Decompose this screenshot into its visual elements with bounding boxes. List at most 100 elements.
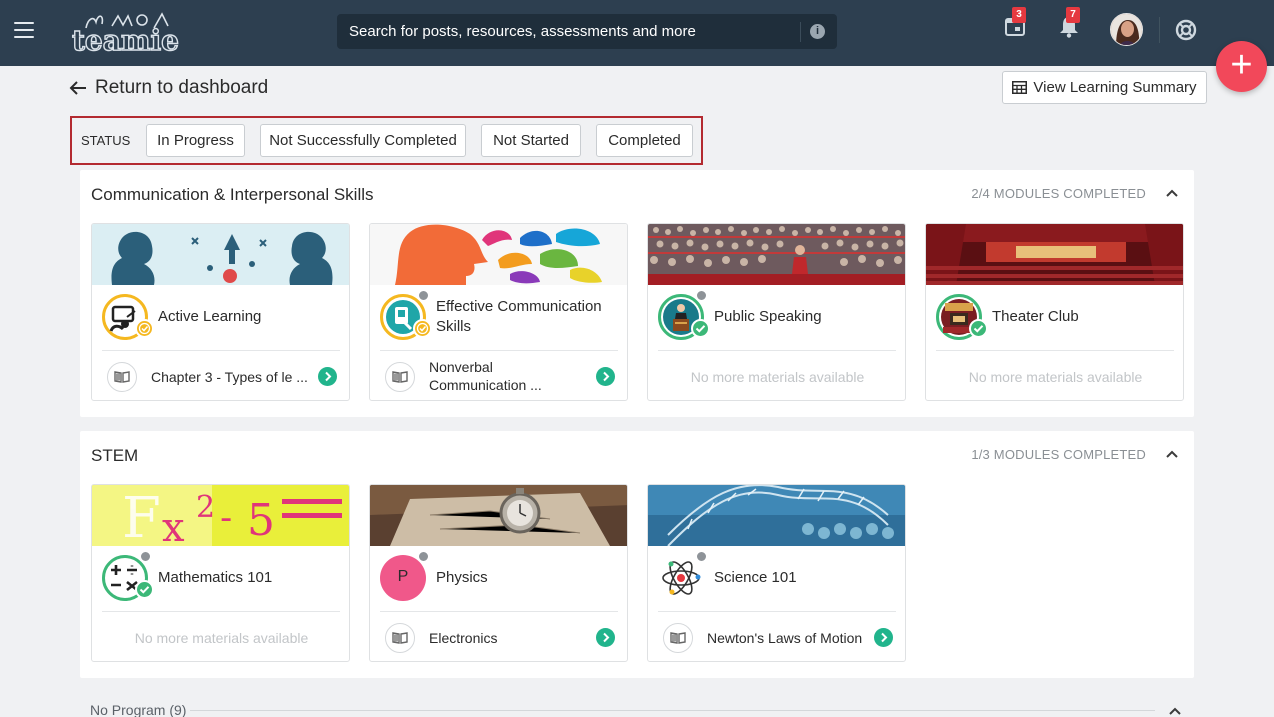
no-materials-text: No more materials available bbox=[690, 369, 865, 385]
svg-text:5: 5 bbox=[247, 495, 275, 546]
course-card[interactable]: Effective Communication Skills Nonverbal… bbox=[369, 223, 628, 401]
course-name: Theater Club bbox=[992, 308, 1079, 325]
course-card[interactable]: F x 2 - 5 Mathematics 101 No more materi… bbox=[91, 484, 350, 662]
course-image bbox=[92, 224, 349, 285]
view-learning-summary-button[interactable]: View Learning Summary bbox=[1002, 71, 1207, 104]
svg-text:x: x bbox=[162, 505, 185, 546]
status-label: STATUS bbox=[81, 133, 131, 148]
course-icon: P bbox=[380, 555, 426, 601]
chevron-up-icon[interactable] bbox=[1169, 705, 1181, 717]
course-card[interactable]: Active Learning Chapter 3 - Types of le … bbox=[91, 223, 350, 401]
status-filter: STATUS In Progress Not Successfully Comp… bbox=[70, 116, 703, 165]
program-panel: STEM 1/3 MODULES COMPLETED F x 2 - 5 Mat… bbox=[80, 431, 1194, 678]
no-program-divider bbox=[190, 710, 1155, 711]
status-dot bbox=[418, 290, 429, 301]
course-card[interactable]: P Physics Electronics bbox=[369, 484, 628, 662]
course-name: Physics bbox=[436, 569, 488, 586]
chevron-up-icon[interactable] bbox=[1166, 448, 1178, 460]
course-image bbox=[926, 224, 1183, 285]
filter-completed[interactable]: Completed bbox=[596, 124, 693, 157]
course-name: Science 101 bbox=[714, 569, 797, 586]
filter-not-successfully-completed[interactable]: Not Successfully Completed bbox=[260, 124, 466, 157]
chevron-right-icon[interactable] bbox=[596, 628, 615, 647]
calendar-badge: 3 bbox=[1012, 7, 1026, 23]
status-dot bbox=[140, 551, 151, 562]
no-materials-text: No more materials available bbox=[968, 369, 1143, 385]
info-icon[interactable]: i bbox=[810, 24, 825, 39]
course-image bbox=[370, 485, 627, 546]
status-dot bbox=[418, 551, 429, 562]
arrow-left-icon bbox=[69, 81, 86, 95]
material-title[interactable]: Electronics bbox=[429, 629, 497, 647]
status-dot bbox=[696, 551, 707, 562]
svg-text:2: 2 bbox=[196, 490, 215, 525]
course-card[interactable]: Theater Club No more materials available bbox=[925, 223, 1184, 401]
in-progress-status-icon bbox=[135, 319, 154, 338]
card-divider bbox=[102, 350, 340, 351]
svg-text:-: - bbox=[220, 498, 232, 538]
search-input[interactable] bbox=[337, 14, 797, 49]
course-initial: P bbox=[397, 568, 409, 585]
completed-status-icon bbox=[969, 319, 988, 338]
search-bar: i bbox=[337, 14, 837, 49]
svg-text:F: F bbox=[122, 486, 161, 546]
avatar[interactable] bbox=[1110, 13, 1143, 46]
course-image bbox=[648, 224, 905, 285]
menu-icon[interactable] bbox=[14, 22, 34, 38]
course-card[interactable]: Public Speaking No more materials availa… bbox=[647, 223, 906, 401]
book-icon bbox=[107, 362, 137, 392]
card-divider bbox=[380, 350, 618, 351]
card-divider bbox=[936, 350, 1174, 351]
course-name: Effective Communication Skills bbox=[436, 298, 602, 335]
return-label: Return to dashboard bbox=[95, 77, 269, 98]
program-title: STEM bbox=[91, 446, 139, 465]
program-progress: 1/3 MODULES COMPLETED bbox=[971, 447, 1146, 462]
no-materials-text: No more materials available bbox=[134, 630, 309, 646]
teamie-logo[interactable]: teamie bbox=[71, 10, 180, 58]
top-bar: teamie i 3 7 bbox=[0, 0, 1274, 66]
filter-not-started[interactable]: Not Started bbox=[481, 124, 581, 157]
notifications-badge: 7 bbox=[1066, 7, 1080, 23]
calendar-icon[interactable]: 3 bbox=[1005, 7, 1026, 41]
program-panel: Communication & Interpersonal Skills 2/4… bbox=[80, 170, 1194, 417]
card-divider bbox=[658, 350, 896, 351]
status-dot bbox=[696, 290, 707, 301]
search-divider bbox=[800, 22, 801, 42]
card-divider bbox=[380, 611, 618, 612]
add-button[interactable]: + bbox=[1216, 41, 1267, 92]
course-name: Public Speaking bbox=[714, 308, 822, 325]
course-image bbox=[648, 485, 905, 546]
course-card[interactable]: Science 101 Newton's Laws of Motion bbox=[647, 484, 906, 662]
course-image: F x 2 - 5 bbox=[92, 485, 349, 546]
material-title[interactable]: Nonverbal Communication ... bbox=[429, 358, 579, 394]
topbar-divider bbox=[1159, 17, 1160, 43]
course-image bbox=[370, 224, 627, 285]
chevron-right-icon[interactable] bbox=[874, 628, 893, 647]
help-icon[interactable] bbox=[1175, 19, 1197, 46]
book-icon bbox=[663, 623, 693, 653]
course-icon bbox=[658, 555, 704, 601]
in-progress-status-icon bbox=[413, 319, 432, 338]
book-icon bbox=[385, 623, 415, 653]
return-to-dashboard-link[interactable]: Return to dashboard bbox=[69, 76, 268, 100]
no-program-header[interactable]: No Program (9) bbox=[90, 702, 186, 717]
book-icon bbox=[385, 362, 415, 392]
material-title[interactable]: Newton's Laws of Motion bbox=[707, 629, 862, 647]
course-name: Active Learning bbox=[158, 308, 262, 325]
card-divider bbox=[658, 611, 896, 612]
card-divider bbox=[102, 611, 340, 612]
completed-status-icon bbox=[135, 580, 154, 599]
table-icon bbox=[1012, 81, 1028, 94]
bell-icon[interactable]: 7 bbox=[1059, 7, 1080, 43]
program-progress: 2/4 MODULES COMPLETED bbox=[971, 186, 1146, 201]
program-title: Communication & Interpersonal Skills bbox=[91, 185, 374, 204]
summary-label: View Learning Summary bbox=[1033, 79, 1197, 96]
logo-text: teamie bbox=[71, 23, 179, 57]
completed-status-icon bbox=[691, 319, 710, 338]
filter-in-progress[interactable]: In Progress bbox=[146, 124, 245, 157]
material-title[interactable]: Chapter 3 - Types of le ... bbox=[151, 368, 308, 386]
course-name: Mathematics 101 bbox=[158, 569, 273, 586]
chevron-up-icon[interactable] bbox=[1166, 187, 1178, 199]
chevron-right-icon[interactable] bbox=[318, 367, 337, 386]
chevron-right-icon[interactable] bbox=[596, 367, 615, 386]
